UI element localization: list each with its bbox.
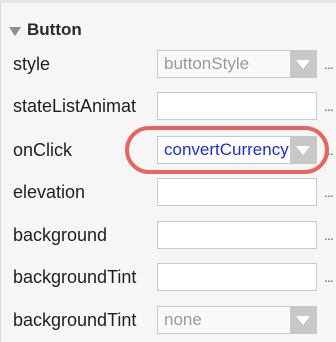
- property-row-background: background ...: [1, 214, 336, 256]
- dropdown-arrow-icon[interactable]: [290, 137, 316, 163]
- statelistanimator-input[interactable]: [157, 92, 317, 120]
- more-dots-icon[interactable]: ...: [324, 129, 334, 171]
- more-dots-icon[interactable]: ...: [324, 256, 334, 298]
- property-row-backgroundtint: backgroundTint ...: [1, 256, 336, 298]
- onclick-select-value: convertCurrency: [164, 140, 289, 159]
- property-label: backgroundTint: [13, 309, 137, 330]
- dropdown-arrow-icon[interactable]: [290, 307, 316, 333]
- property-label: background: [13, 224, 108, 245]
- backgroundtintmode-select-value: none: [164, 310, 202, 329]
- dropdown-arrow-icon[interactable]: [290, 51, 316, 77]
- top-divider: [1, 0, 336, 3]
- property-row-elevation: elevation ...: [1, 171, 336, 213]
- elevation-input[interactable]: [157, 178, 317, 206]
- style-select[interactable]: buttonStyle: [157, 50, 317, 78]
- property-label: onClick: [13, 139, 73, 160]
- more-dots-icon[interactable]: ...: [324, 214, 334, 256]
- property-row-style: style buttonStyle ...: [1, 43, 336, 85]
- backgroundtintmode-select[interactable]: none: [157, 306, 317, 334]
- property-row-onclick: onClick convertCurrency ...: [1, 129, 336, 171]
- expand-triangle-icon[interactable]: [9, 26, 21, 36]
- section-header-button[interactable]: Button: [9, 18, 82, 42]
- properties-panel: Button style buttonStyle ... stateListAn…: [0, 0, 336, 342]
- more-dots-icon[interactable]: ...: [324, 171, 334, 213]
- backgroundtint-input[interactable]: [157, 263, 317, 291]
- background-input[interactable]: [157, 221, 317, 249]
- property-row-statelistanimator: stateListAnimat ...: [1, 85, 336, 127]
- onclick-select[interactable]: convertCurrency: [157, 136, 317, 164]
- style-select-value: buttonStyle: [164, 54, 250, 73]
- property-row-backgroundtintmode: backgroundTint none: [1, 299, 336, 341]
- section-title: Button: [27, 20, 82, 39]
- more-dots-icon[interactable]: ...: [324, 85, 334, 127]
- property-label: backgroundTint: [13, 266, 137, 287]
- property-label: stateListAnimat: [13, 95, 137, 116]
- property-label: elevation: [13, 181, 86, 202]
- more-dots-icon[interactable]: ...: [324, 43, 334, 85]
- property-label: style: [13, 53, 51, 74]
